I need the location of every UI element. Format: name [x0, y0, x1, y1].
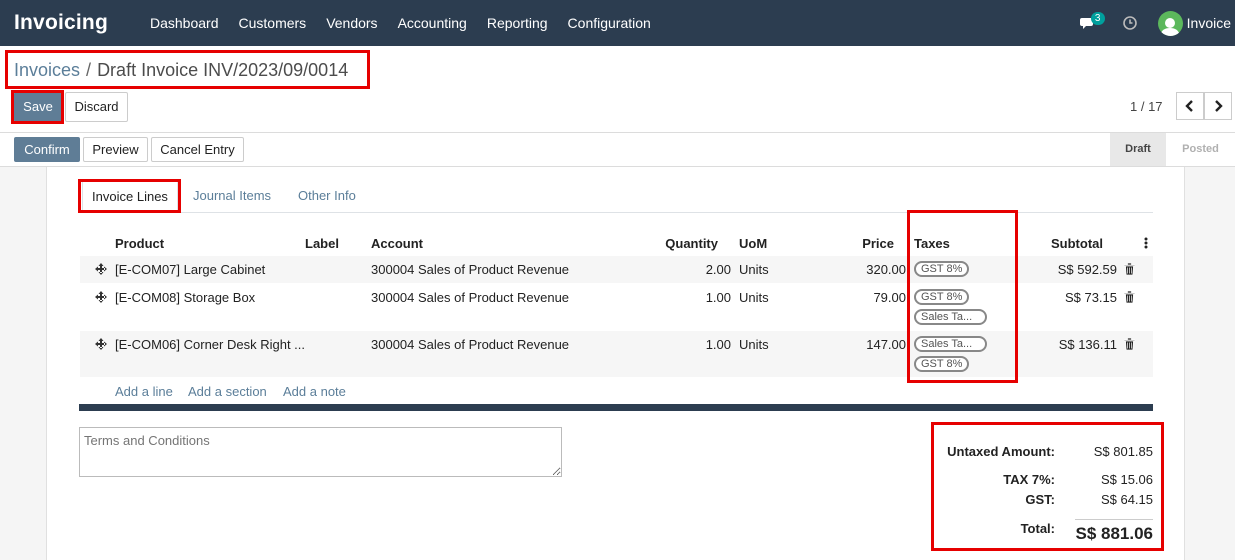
column-price[interactable]: Price [830, 236, 894, 251]
line-uom[interactable]: Units [739, 262, 769, 277]
status-posted[interactable]: Posted [1166, 133, 1235, 166]
status-draft[interactable]: Draft [1110, 133, 1166, 166]
line-account[interactable]: 300004 Sales of Product Revenue [371, 337, 569, 352]
line-subtotal: S$ 73.15 [1064, 290, 1117, 305]
navbar-systray: 3 Invoice [1079, 0, 1231, 46]
menu-customers[interactable]: Customers [239, 15, 307, 31]
gst-value: S$ 64.15 [1100, 492, 1153, 507]
pager-next-button[interactable] [1204, 92, 1232, 120]
messages-button[interactable]: 3 [1079, 12, 1105, 33]
total-value: S$ 881.06 [1075, 524, 1153, 543]
gst-label: GST: [1025, 492, 1055, 507]
line-quantity[interactable]: 1.00 [650, 290, 731, 305]
page-title: Draft Invoice INV/2023/09/0014 [97, 60, 349, 80]
drag-handle-icon[interactable] [95, 338, 107, 350]
line-price[interactable]: 320.00 [840, 262, 906, 277]
tax-tag[interactable]: GST 8% [914, 261, 969, 277]
cancel-entry-button[interactable]: Cancel Entry [151, 137, 244, 162]
line-account[interactable]: 300004 Sales of Product Revenue [371, 262, 569, 277]
column-account[interactable]: Account [371, 236, 423, 251]
status-bar: Draft Posted [1110, 133, 1235, 166]
line-product[interactable]: [E-COM06] Corner Desk Right ... [115, 337, 305, 352]
line-subtotal: S$ 136.11 [1058, 337, 1117, 352]
terms-and-conditions-field[interactable] [79, 427, 562, 477]
tax-tag[interactable]: Sales Ta... [914, 336, 987, 352]
line-uom[interactable]: Units [739, 337, 769, 352]
column-options-icon[interactable] [1143, 237, 1149, 249]
add-section-link[interactable]: Add a section [188, 384, 267, 399]
message-count-badge: 3 [1090, 12, 1105, 25]
lines-footer-bar [79, 404, 1153, 411]
app-name[interactable]: Invoicing [0, 11, 150, 35]
drag-handle-icon[interactable] [95, 263, 107, 275]
user-name[interactable]: Invoice [1187, 15, 1231, 31]
save-button[interactable]: Save [14, 92, 62, 122]
breadcrumb-invoices[interactable]: Invoices [14, 60, 80, 80]
main-menu: Dashboard Customers Vendors Accounting R… [150, 15, 671, 31]
tax-tag[interactable]: Sales Ta... [914, 309, 987, 325]
discard-button[interactable]: Discard [65, 92, 128, 122]
menu-accounting[interactable]: Accounting [398, 15, 467, 31]
tax-tag[interactable]: GST 8% [914, 356, 969, 372]
menu-vendors[interactable]: Vendors [326, 15, 377, 31]
pager-previous-button[interactable] [1176, 92, 1204, 120]
trash-icon[interactable] [1124, 291, 1135, 303]
top-navbar: Invoicing Dashboard Customers Vendors Ac… [0, 0, 1235, 46]
tab-other-info[interactable]: Other Info [298, 188, 356, 203]
total-label: Total: [1020, 521, 1055, 536]
tab-invoice-lines[interactable]: Invoice Lines [82, 181, 178, 212]
add-note-link[interactable]: Add a note [283, 384, 346, 399]
breadcrumb-separator: / [86, 60, 92, 80]
add-line-link[interactable]: Add a line [115, 384, 173, 399]
line-quantity[interactable]: 1.00 [650, 337, 731, 352]
menu-reporting[interactable]: Reporting [487, 15, 548, 31]
trash-icon[interactable] [1124, 338, 1135, 350]
line-product[interactable]: [E-COM08] Storage Box [115, 290, 255, 305]
control-panel-divider [0, 132, 1235, 133]
tax-tag[interactable]: GST 8% [914, 289, 969, 305]
chevron-right-icon [1215, 100, 1223, 112]
column-uom[interactable]: UoM [739, 236, 767, 251]
total-divider [1075, 519, 1153, 520]
pager-value[interactable]: 1 / 17 [1130, 99, 1163, 114]
breadcrumb: Invoices / Draft Invoice INV/2023/09/0014 [14, 60, 348, 81]
column-quantity[interactable]: Quantity [640, 236, 718, 251]
line-price[interactable]: 147.00 [840, 337, 906, 352]
column-taxes[interactable]: Taxes [914, 236, 950, 251]
line-account[interactable]: 300004 Sales of Product Revenue [371, 290, 569, 305]
tab-journal-items[interactable]: Journal Items [193, 188, 271, 203]
tab-divider [80, 212, 1153, 213]
menu-dashboard[interactable]: Dashboard [150, 15, 219, 31]
line-price[interactable]: 79.00 [840, 290, 906, 305]
untaxed-amount-label: Untaxed Amount: [947, 444, 1055, 459]
line-quantity[interactable]: 2.00 [650, 262, 731, 277]
line-product[interactable]: [E-COM07] Large Cabinet [115, 262, 265, 277]
line-uom[interactable]: Units [739, 290, 769, 305]
tax-7-label: TAX 7%: [1003, 472, 1055, 487]
preview-button[interactable]: Preview [83, 137, 148, 162]
column-product[interactable]: Product [115, 236, 164, 251]
tax-7-value: S$ 15.06 [1100, 472, 1153, 487]
activity-clock-icon[interactable] [1122, 15, 1138, 31]
user-avatar[interactable] [1157, 10, 1183, 36]
column-label[interactable]: Label [305, 236, 339, 251]
chevron-left-icon [1185, 100, 1193, 112]
user-silhouette-icon [1160, 17, 1181, 36]
line-subtotal: S$ 592.59 [1057, 262, 1117, 277]
drag-handle-icon[interactable] [95, 291, 107, 303]
untaxed-amount-value: S$ 801.85 [1093, 444, 1153, 459]
menu-configuration[interactable]: Configuration [568, 15, 651, 31]
column-subtotal[interactable]: Subtotal [1030, 236, 1103, 251]
trash-icon[interactable] [1124, 263, 1135, 275]
confirm-button[interactable]: Confirm [14, 137, 80, 162]
